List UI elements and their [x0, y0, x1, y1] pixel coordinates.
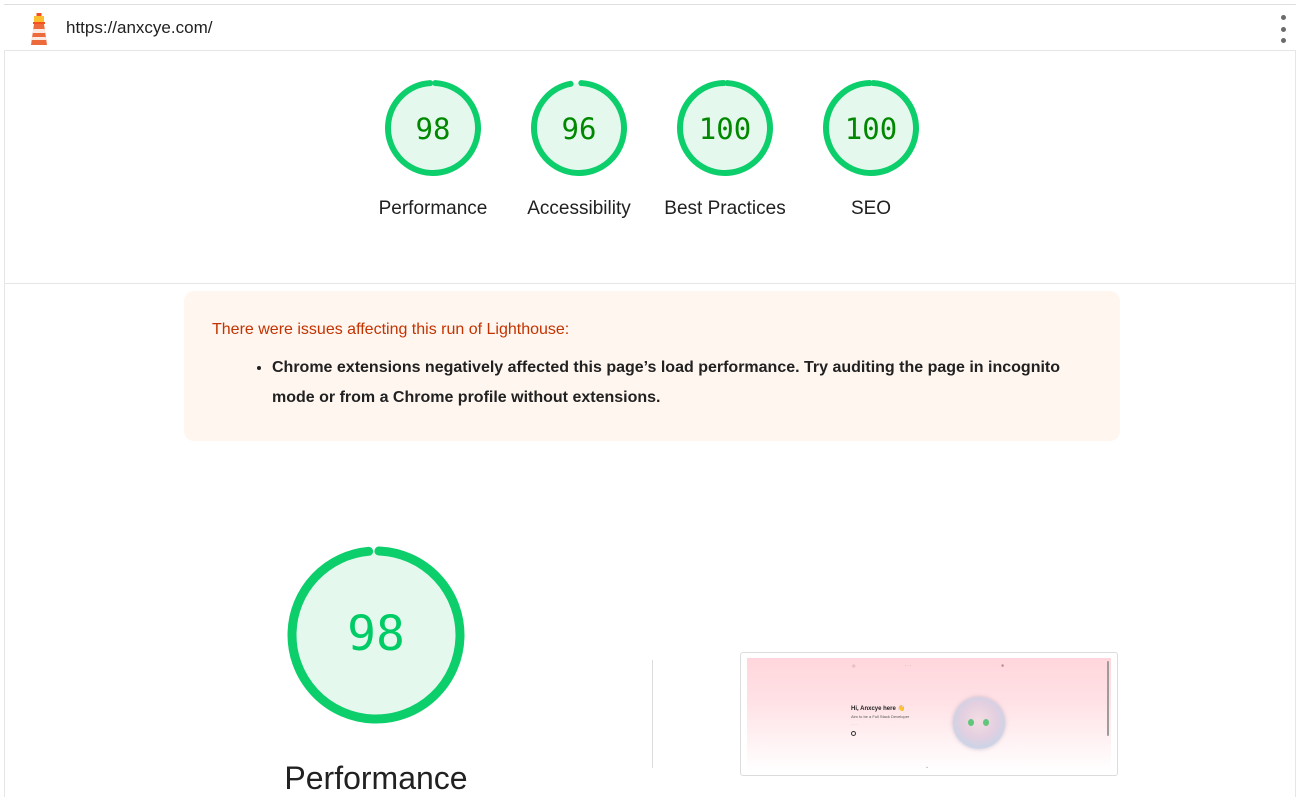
github-icon [851, 731, 856, 736]
lighthouse-logo-icon [31, 13, 47, 45]
gauge-label: Best Practices [664, 198, 786, 219]
frame-border-left [4, 51, 5, 797]
performance-title: Performance [284, 760, 468, 796]
performance-gauge-large[interactable]: 98 [286, 543, 466, 727]
gauge-label: Accessibility [527, 198, 631, 219]
final-screenshot-thumbnail[interactable]: ◎ ··· ✱ Hi, Anxcye here 👋 Aim to be a Fu… [740, 652, 1118, 776]
gauge-score: 98 [416, 112, 451, 146]
run-warnings-box: There were issues affecting this run of … [184, 291, 1120, 441]
performance-score-large: 98 [347, 606, 405, 662]
screenshot-content: ◎ ··· ✱ Hi, Anxcye here 👋 Aim to be a Fu… [747, 658, 1111, 772]
warning-list: Chrome extensions negatively affected th… [212, 353, 1092, 413]
chevron-down-icon: ⌄ [925, 764, 930, 770]
gauge-accessibility[interactable]: 96 Accessibility [506, 78, 652, 224]
screenshot-scrollbar [1107, 661, 1109, 736]
avatar [953, 697, 1005, 749]
gauge-label: SEO [850, 198, 892, 219]
warning-title: There were issues affecting this run of … [212, 321, 570, 338]
gauge-seo[interactable]: 100 SEO [798, 78, 944, 224]
screenshot-theme-icon: ✱ [1001, 663, 1005, 668]
page-url[interactable]: https://anxcye.com/ [66, 18, 212, 38]
screenshot-nav-links: ··· [905, 663, 912, 668]
score-gauges: 98 Performance 96 Accessibility 100 Best… [360, 78, 944, 224]
gauge-ring: 96 [531, 80, 627, 176]
more-options-icon[interactable] [1276, 15, 1290, 43]
gauge-best-practices[interactable]: 100 Best Practices [652, 78, 798, 224]
screenshot-logo-icon: ◎ [852, 663, 856, 668]
gauge-label: Performance [378, 198, 488, 219]
section-divider [5, 283, 1295, 284]
frame-border-right [1295, 51, 1296, 797]
gauge-ring: 100 [823, 80, 919, 176]
vertical-separator [652, 660, 653, 768]
gauge-score: 100 [845, 112, 897, 146]
screenshot-subtitle: Aim to be a Full Stack Developer [851, 714, 910, 719]
gauge-performance[interactable]: 98 Performance [360, 78, 506, 224]
gauge-score: 100 [699, 112, 751, 146]
screenshot-heading: Hi, Anxcye here 👋 [851, 706, 905, 712]
gauge-score: 96 [562, 112, 597, 146]
report-header: https://anxcye.com/ [4, 4, 1296, 51]
screenshot-small-text: ······· [851, 722, 858, 726]
gauge-ring: 100 [677, 80, 773, 176]
warning-item: Chrome extensions negatively affected th… [272, 353, 1072, 413]
gauge-ring: 98 [385, 80, 481, 176]
